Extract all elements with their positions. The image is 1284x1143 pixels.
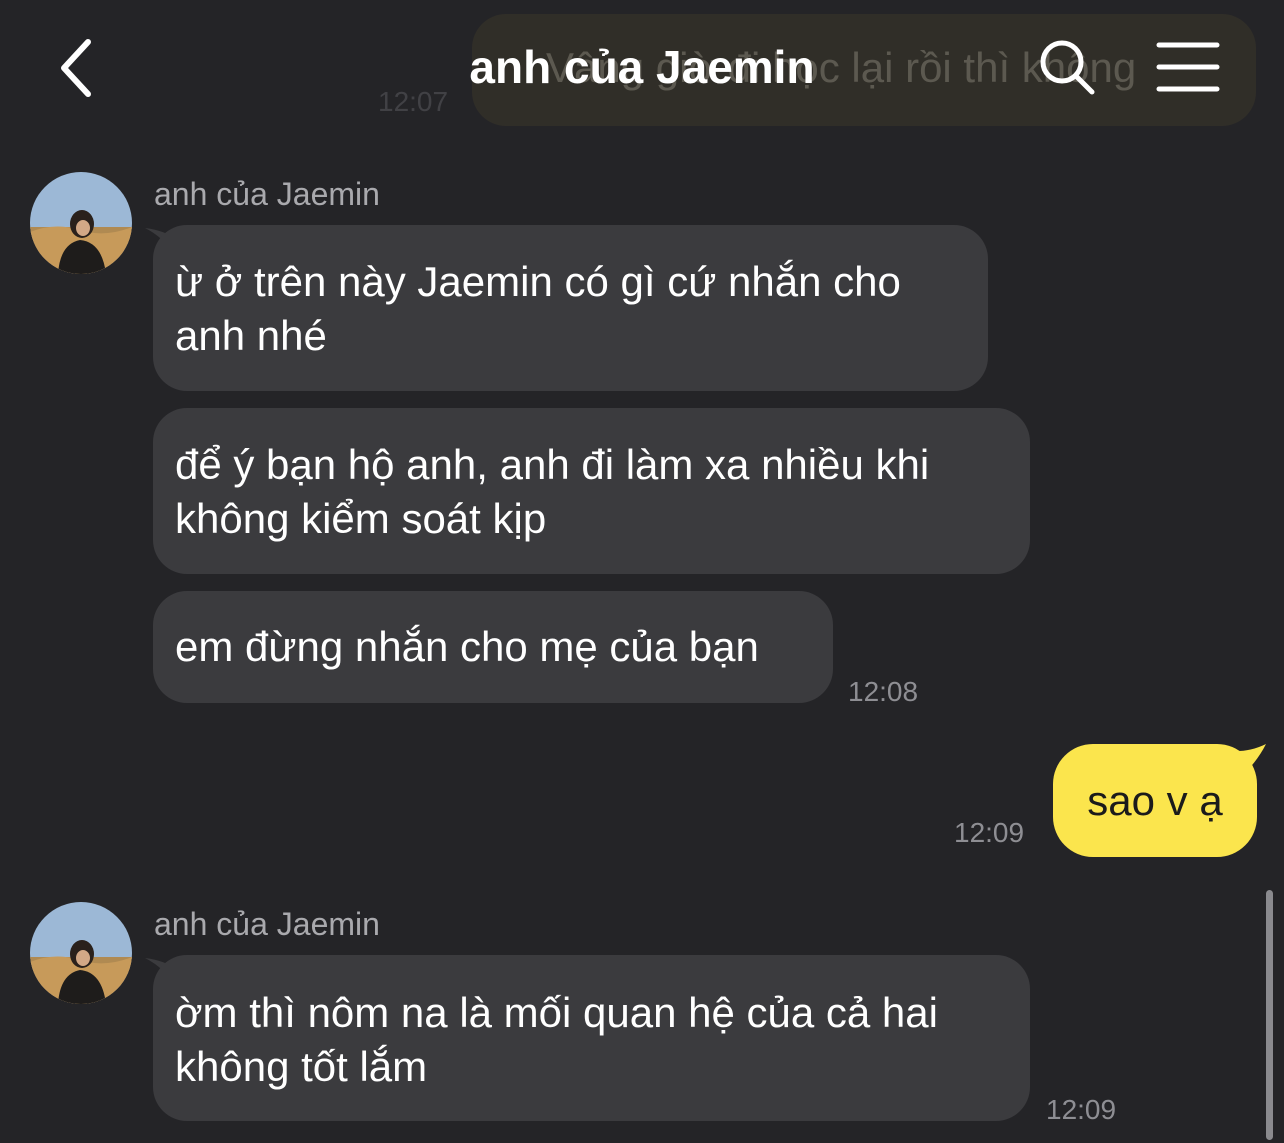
sender-name: anh của Jaemin xyxy=(154,906,380,942)
search-button[interactable] xyxy=(1036,36,1098,98)
menu-button[interactable] xyxy=(1156,40,1220,94)
menu-icon xyxy=(1156,42,1220,92)
outgoing-message-bubble[interactable]: sao v ạ xyxy=(1053,744,1257,857)
message-text: sao v ạ xyxy=(1087,776,1223,824)
sender-name: anh của Jaemin xyxy=(154,176,380,212)
message-text: để ý bạn hộ anh, anh đi làm xa nhiều khi… xyxy=(175,441,930,542)
message-time: 12:09 xyxy=(1046,1094,1117,1125)
scrollbar[interactable] xyxy=(1266,890,1273,1140)
message-text: ừ ở trên này Jaemin có gì cứ nhắn cho an… xyxy=(175,258,901,359)
message-bubble[interactable]: để ý bạn hộ anh, anh đi làm xa nhiều khi… xyxy=(153,408,1030,574)
search-icon xyxy=(1040,40,1095,95)
chat-screen: Vâng giờ đi học lại rồi thì không 12:07 … xyxy=(0,0,1284,1143)
message-text: ờm thì nôm na là mối quan hệ của cả hai … xyxy=(175,989,938,1090)
avatar[interactable] xyxy=(30,902,132,1004)
message-text: em đừng nhắn cho mẹ của bạn xyxy=(175,623,759,670)
message-time: 12:09 xyxy=(954,817,1025,848)
message-bubble[interactable]: ừ ở trên này Jaemin có gì cứ nhắn cho an… xyxy=(153,225,988,391)
message-bubble[interactable]: ờm thì nôm na là mối quan hệ của cả hai … xyxy=(153,955,1030,1121)
message-time: 12:08 xyxy=(848,676,919,707)
message-bubble[interactable]: em đừng nhắn cho mẹ của bạn xyxy=(153,591,833,703)
avatar[interactable] xyxy=(30,172,132,274)
chat-header: anh của Jaemin xyxy=(0,0,1284,130)
